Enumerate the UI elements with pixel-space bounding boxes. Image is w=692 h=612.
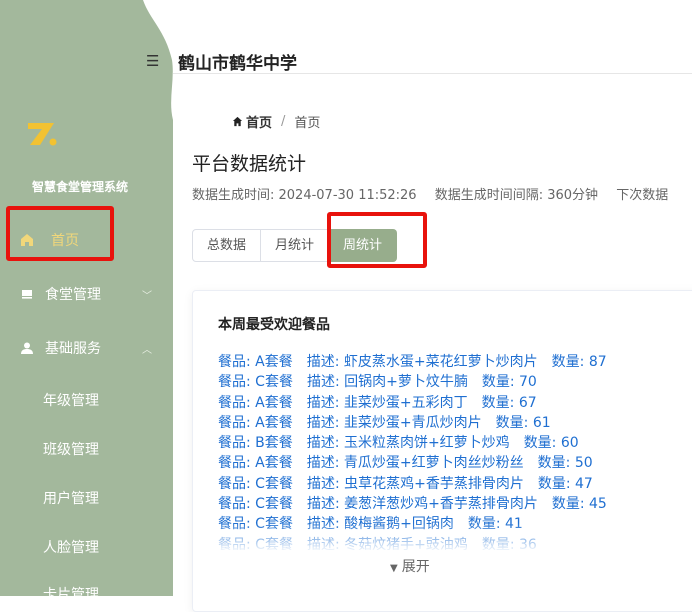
list-item: 餐品: C套餐 描述: 姜葱洋葱炒鸡+香芋蒸排骨肉片 数量: 45 (218, 494, 692, 514)
dish-desc: 描述: 虫草花蒸鸡+香芋蒸排骨肉片 (306, 475, 524, 492)
dish-count: 数量: 50 (537, 455, 593, 472)
breadcrumb-separator: / (281, 114, 286, 129)
dish-list: 餐品: A套餐 描述: 虾皮蒸水蛋+菜花红萝卜炒肉片 数量: 87 餐品: C套餐 描述… (218, 352, 692, 550)
sidebar: 智慧食堂管理系统 首页 食堂管理 ﹀ 基础服务 ︿ 年级管理 班级管理 用户管理… (0, 0, 173, 603)
generation-interval: 数据生成时间间隔: 360分钟 (434, 188, 599, 203)
sidebar-item-label: 基础服务 (45, 341, 101, 357)
school-name: 鹤山市鹤华中学 (178, 54, 297, 74)
breadcrumb-home-link[interactable]: 首页 (246, 112, 272, 131)
highlight-box-home (6, 206, 114, 261)
dish-dish: 餐品: C套餐 (218, 374, 293, 391)
list-item: 餐品: A套餐 描述: 韭菜炒蛋+青瓜炒肉片 数量: 61 (218, 413, 692, 433)
user-icon (21, 342, 33, 354)
dish-dish: 餐品: A套餐 (218, 354, 293, 370)
sidebar-item-basic-services[interactable]: 基础服务 ︿ (0, 328, 173, 368)
dish-dish: 餐品: A套餐 (218, 394, 293, 411)
list-item: 餐品: C套餐 描述: 虫草花蒸鸡+香芋蒸排骨肉片 数量: 47 (218, 474, 692, 494)
menu-icon (22, 290, 32, 299)
caret-down-icon: ▼ (390, 563, 398, 574)
highlight-box-weekly-tab (327, 212, 427, 268)
page-title: 平台数据统计 (192, 153, 307, 175)
sidebar-subitem-grade[interactable]: 年级管理 (43, 386, 99, 416)
dish-count: 数量: 87 (551, 354, 607, 370)
dish-dish: 餐品: A套餐 (218, 414, 293, 431)
dish-count: 数量: 60 (523, 435, 579, 452)
dish-dish: 餐品: C套餐 (218, 475, 293, 492)
next-generation: 下次数据 (616, 188, 669, 203)
chevron-up-icon: ︿ (142, 344, 152, 356)
dish-desc: 描述: 青瓜炒蛋+红萝卜肉丝炒粉丝 (306, 455, 524, 472)
dish-desc: 描述: 姜葱洋葱炒鸡+香芋蒸排骨肉片 (306, 496, 538, 513)
list-item: 餐品: B套餐 描述: 玉米粒蒸肉饼+红萝卜炒鸡 数量: 60 (218, 433, 692, 453)
tab-total[interactable]: 总数据 (192, 229, 262, 262)
tab-monthly[interactable]: 月统计 (261, 229, 330, 262)
brand-name: 智慧食堂管理系统 (31, 180, 128, 194)
sidebar-subitem-card[interactable]: 卡片管理 (43, 580, 99, 610)
list-item: 餐品: A套餐 描述: 韭菜炒蛋+五彩肉丁 数量: 67 (218, 393, 692, 413)
dish-desc: 描述: 韭菜炒蛋+青瓜炒肉片 (306, 414, 482, 431)
dish-dish: 餐品: C套餐 (218, 496, 293, 513)
generated-time: 数据生成时间: 2024-07-30 11:52:26 (192, 188, 417, 203)
chevron-down-icon: ﹀ (142, 290, 152, 302)
dish-desc: 描述: 虾皮蒸水蛋+菜花红萝卜炒肉片 (306, 354, 538, 370)
stats-meta: 数据生成时间: 2024-07-30 11:52:26 数据生成时间间隔: 36… (192, 184, 682, 203)
list-fade-overlay (218, 523, 692, 551)
dish-count: 数量: 61 (495, 414, 551, 431)
dish-dish: 餐品: B套餐 (218, 435, 293, 452)
list-item: 餐品: C套餐 描述: 回锅肉+萝卜炆牛腩 数量: 70 (218, 372, 692, 392)
dish-dish: 餐品: A套餐 (218, 455, 293, 472)
sidebar-subitem-class[interactable]: 班级管理 (43, 435, 99, 465)
hamburger-icon[interactable]: ☰ (146, 52, 159, 70)
dish-count: 数量: 47 (537, 475, 593, 492)
dish-desc: 描述: 回锅肉+萝卜炆牛腩 (306, 374, 468, 391)
expand-label: 展开 (401, 559, 430, 575)
sidebar-item-label: 食堂管理 (45, 287, 101, 303)
sidebar-subitem-face[interactable]: 人脸管理 (43, 533, 99, 563)
list-item: 餐品: A套餐 描述: 青瓜炒蛋+红萝卜肉丝炒粉丝 数量: 50 (218, 453, 692, 473)
dish-count: 数量: 70 (481, 374, 537, 391)
card-title: 本周最受欢迎餐品 (218, 317, 330, 333)
dish-count: 数量: 45 (551, 496, 607, 513)
dish-count: 数量: 67 (481, 394, 537, 411)
list-item: 餐品: A套餐 描述: 虾皮蒸水蛋+菜花红萝卜炒肉片 数量: 87 (218, 352, 692, 372)
dish-desc: 描述: 韭菜炒蛋+五彩肉丁 (306, 394, 468, 411)
breadcrumb: 首页 / 首页 (232, 112, 320, 131)
expand-button[interactable]: ▼ 展开 (390, 556, 430, 580)
breadcrumb-current: 首页 (294, 116, 321, 131)
sidebar-item-canteen[interactable]: 食堂管理 ﹀ (0, 274, 173, 314)
dish-desc: 描述: 玉米粒蒸肉饼+红萝卜炒鸡 (306, 435, 510, 452)
sidebar-subitem-user[interactable]: 用户管理 (43, 484, 99, 514)
home-icon (232, 116, 243, 127)
header-divider (173, 73, 692, 74)
popular-dishes-card: 本周最受欢迎餐品 餐品: A套餐 描述: 虾皮蒸水蛋+菜花红萝卜炒肉片 数量: 87… (192, 290, 692, 612)
logo-icon (28, 123, 57, 146)
